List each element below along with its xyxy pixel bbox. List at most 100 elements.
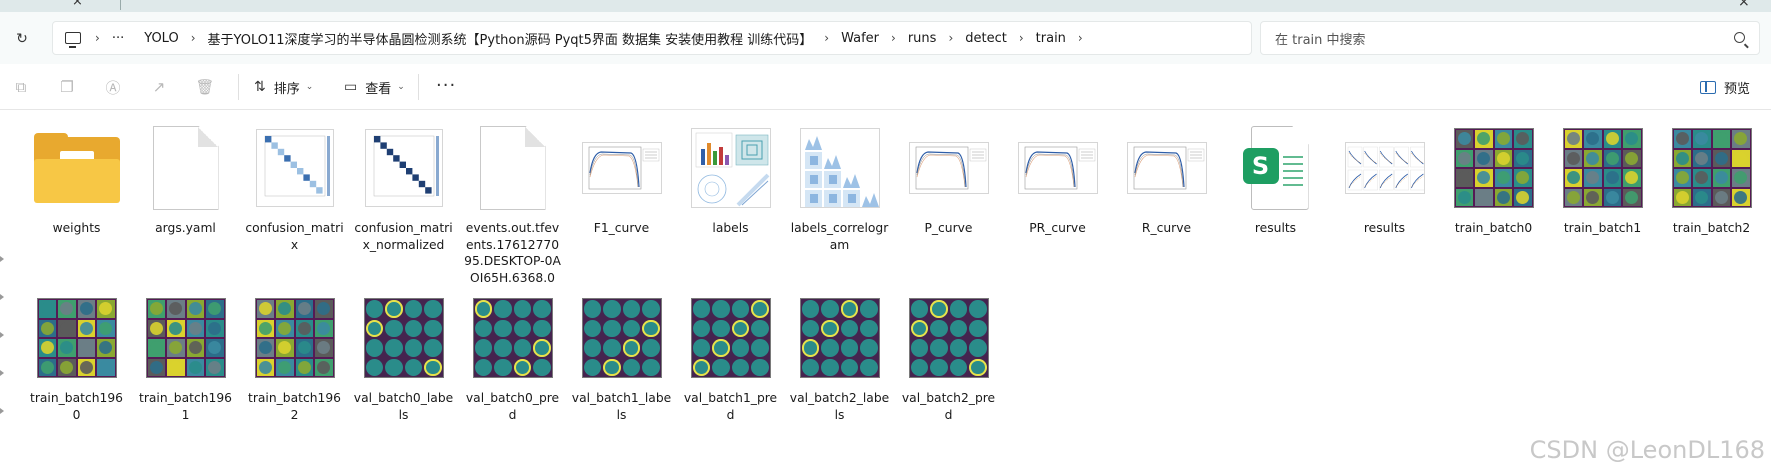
file-item[interactable]: results — [1330, 120, 1439, 290]
cut-icon[interactable]: ⧉ — [12, 78, 30, 96]
file-grid: weights args.yaml confusion_matrix confusio… — [22, 120, 1766, 422]
toolbar-divider — [418, 74, 419, 100]
chevron-right-icon[interactable]: › — [889, 31, 898, 45]
toolbar-divider — [238, 74, 239, 100]
correlogram-thumbnail — [799, 128, 880, 208]
preview-label: 预览 — [1724, 81, 1751, 97]
training-batch-thumbnail — [254, 298, 335, 378]
file-item[interactable]: val_batch0_pred — [458, 290, 567, 460]
file-name-label: train_batch1960 — [30, 391, 123, 422]
more-options-button[interactable]: ··· — [436, 75, 456, 96]
training-batch-thumbnail — [1562, 128, 1643, 208]
address-bar[interactable]: › ··· YOLO › 基于YOLO11深度学习的半导体晶圆检测系统【Pyth… — [52, 21, 1252, 55]
file-name-label: confusion_matrix_normalized — [354, 221, 453, 252]
watermark: CSDN @LeonDL168 — [1529, 436, 1765, 464]
search-placeholder: 在 train 中搜索 — [1275, 32, 1366, 48]
labels-thumbnail — [690, 128, 771, 208]
expand-marker — [0, 332, 5, 339]
chevron-right-icon[interactable]: › — [1076, 31, 1085, 45]
file-item[interactable]: F1_curve — [567, 120, 676, 290]
validation-batch-thumbnail — [363, 298, 444, 378]
file-item[interactable]: confusion_matrix — [240, 120, 349, 290]
preview-pane-button[interactable]: 预览 — [1700, 76, 1750, 98]
computer-icon[interactable] — [65, 32, 81, 48]
file-item[interactable]: train_batch1960 — [22, 290, 131, 460]
tab-close-icon[interactable]: × — [72, 0, 83, 9]
file-item[interactable]: val_batch2_labels — [785, 290, 894, 460]
file-name-label: events.out.tfevents.1761277095.DESKTOP-0… — [464, 221, 561, 285]
file-name-label: results — [1363, 221, 1406, 235]
expand-marker — [0, 294, 5, 301]
expand-marker — [0, 408, 5, 415]
file-item[interactable]: train_batch1 — [1548, 120, 1657, 290]
file-name-label: train_batch1961 — [139, 391, 232, 422]
training-batch-thumbnail — [145, 298, 226, 378]
copy-icon[interactable]: ❐ — [58, 78, 76, 96]
view-label: 查看 — [365, 81, 392, 97]
share-icon[interactable]: ↗ — [150, 78, 168, 96]
chevron-right-icon[interactable]: › — [822, 31, 831, 45]
curve-thumbnail — [1126, 142, 1207, 194]
matrix-thumbnail — [255, 129, 334, 207]
rename-icon[interactable]: Ⓐ — [104, 78, 122, 97]
file-item[interactable]: args.yaml — [131, 120, 240, 290]
file-name-label: labels — [712, 221, 749, 235]
breadcrumb-yolo[interactable]: YOLO — [134, 31, 188, 46]
file-name-label: val_batch2_labels — [789, 391, 890, 422]
breadcrumb-overflow[interactable]: ··· — [102, 31, 134, 46]
folder-item[interactable]: weights — [22, 120, 131, 290]
search-input[interactable]: 在 train 中搜索 — [1260, 21, 1760, 55]
file-item[interactable]: P_curve — [894, 120, 1003, 290]
file-item[interactable]: val_batch1_labels — [567, 290, 676, 460]
breadcrumb-train[interactable]: train — [1026, 31, 1076, 46]
matrix-thumbnail — [364, 129, 443, 207]
breadcrumb-project[interactable]: 基于YOLO11深度学习的半导体晶圆检测系统【Python源码 Pyqt5界面 … — [198, 29, 823, 48]
chevron-right-icon[interactable]: › — [1017, 31, 1026, 45]
file-item[interactable]: Sresults — [1221, 120, 1330, 290]
file-item[interactable]: PR_curve — [1003, 120, 1112, 290]
file-name-label: args.yaml — [155, 221, 216, 235]
file-name-label: train_batch1962 — [248, 391, 341, 422]
results-thumbnail — [1344, 142, 1425, 194]
file-item[interactable]: events.out.tfevents.1761277095.DESKTOP-0… — [458, 120, 567, 290]
validation-batch-thumbnail — [690, 298, 771, 378]
file-item[interactable]: train_batch1962 — [240, 290, 349, 460]
file-item[interactable]: labels — [676, 120, 785, 290]
refresh-icon[interactable]: ↻ — [12, 29, 32, 49]
training-batch-thumbnail — [36, 298, 117, 378]
file-name-label: train_batch0 — [1454, 221, 1533, 235]
file-item[interactable]: val_batch2_pred — [894, 290, 1003, 460]
sort-button[interactable]: ⇅ 排序 ⌄ — [254, 76, 313, 98]
file-name-label: train_batch2 — [1672, 221, 1751, 235]
tab-divider — [120, 0, 121, 10]
file-item[interactable]: train_batch2 — [1657, 120, 1766, 290]
search-icon[interactable] — [1734, 32, 1745, 43]
file-item[interactable]: R_curve — [1112, 120, 1221, 290]
breadcrumb-detect[interactable]: detect — [955, 31, 1017, 46]
file-item[interactable]: val_batch1_pred — [676, 290, 785, 460]
file-item[interactable]: confusion_matrix_normalized — [349, 120, 458, 290]
view-button[interactable]: ▭ 查看 ⌄ — [344, 76, 405, 98]
curve-thumbnail — [908, 142, 989, 194]
chevron-right-icon[interactable]: › — [946, 31, 955, 45]
file-name-label: F1_curve — [593, 221, 650, 235]
chevron-down-icon: ⌄ — [305, 82, 314, 92]
breadcrumb-runs[interactable]: runs — [898, 31, 947, 46]
file-item[interactable]: labels_correlogram — [785, 120, 894, 290]
file-name-label: weights — [52, 221, 101, 235]
file-item[interactable]: val_batch0_labels — [349, 290, 458, 460]
chevron-right-icon[interactable]: › — [189, 31, 198, 45]
file-item[interactable]: train_batch1961 — [131, 290, 240, 460]
file-item[interactable]: train_batch0 — [1439, 120, 1548, 290]
spreadsheet-icon: S — [1242, 126, 1309, 210]
window-close-icon[interactable]: × — [1738, 0, 1750, 10]
preview-pane-icon — [1700, 80, 1716, 94]
file-icon — [152, 126, 219, 210]
breadcrumb-wafer[interactable]: Wafer — [831, 31, 889, 46]
curve-thumbnail — [581, 142, 662, 194]
validation-batch-thumbnail — [908, 298, 989, 378]
validation-batch-thumbnail — [581, 298, 662, 378]
file-name-label: confusion_matrix — [245, 221, 344, 252]
expand-marker — [0, 370, 5, 377]
delete-icon[interactable]: 🗑 — [195, 78, 214, 96]
